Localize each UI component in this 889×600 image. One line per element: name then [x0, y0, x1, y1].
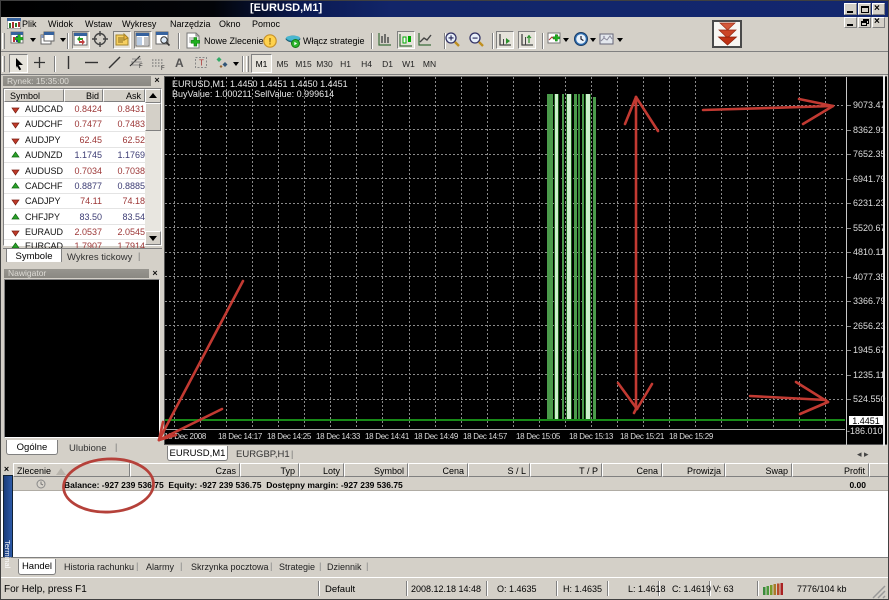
- svg-text:!: !: [269, 37, 272, 47]
- svg-text:T: T: [199, 59, 204, 68]
- svg-text:F: F: [139, 64, 143, 70]
- svg-text:+: +: [448, 34, 454, 45]
- svg-text:−: −: [472, 34, 478, 45]
- svg-text:F: F: [161, 66, 165, 71]
